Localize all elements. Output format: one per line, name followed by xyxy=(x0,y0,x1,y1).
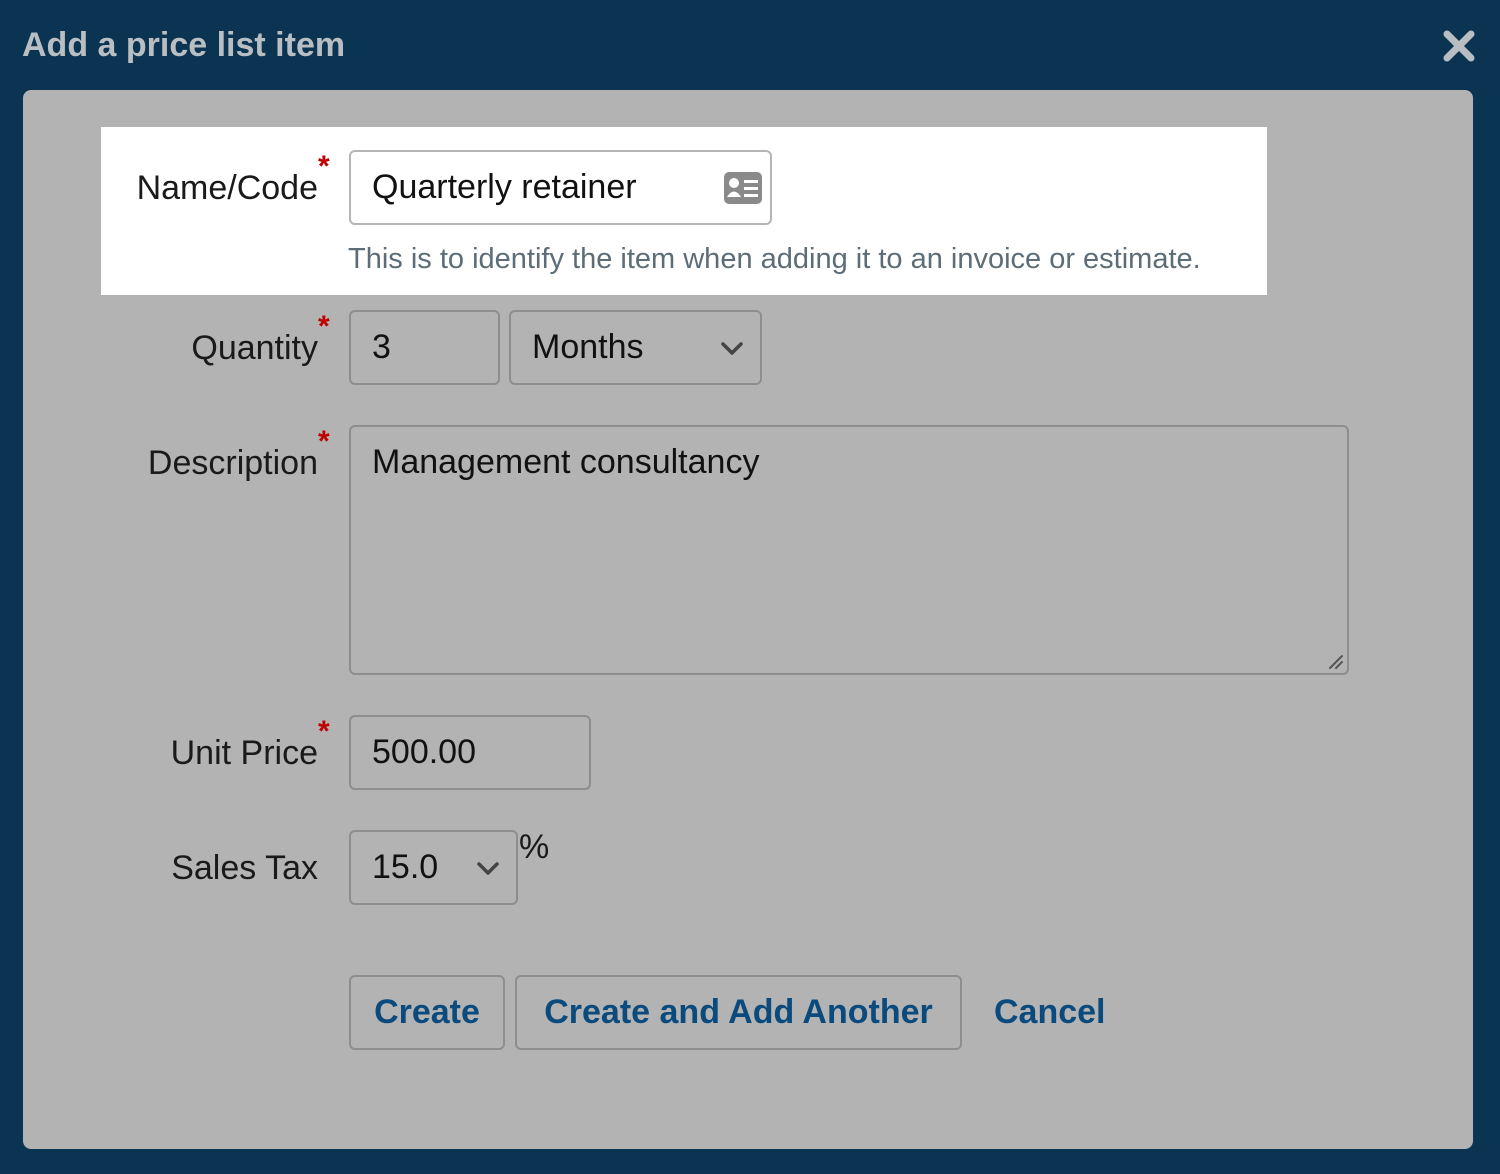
sales-tax-percent: % xyxy=(519,828,550,866)
name-hint: This is to identify the item when adding… xyxy=(348,243,1201,275)
unit-price-value: 500.00 xyxy=(372,733,476,771)
chevron-down-icon xyxy=(477,862,499,875)
contact-card-icon[interactable] xyxy=(723,171,763,205)
resize-grip-icon[interactable] xyxy=(1326,652,1344,670)
quantity-input-value: 3 xyxy=(372,328,391,366)
name-input-value: Quarterly retainer xyxy=(372,168,637,206)
name-input[interactable]: Quarterly retainer xyxy=(349,150,772,225)
sales-tax-label: Sales Tax xyxy=(171,849,318,887)
close-icon xyxy=(1443,30,1475,62)
quantity-input[interactable]: 3 xyxy=(349,310,500,385)
quantity-unit-value: Months xyxy=(532,328,644,366)
create-button[interactable]: Create xyxy=(349,975,505,1050)
cancel-button[interactable]: Cancel xyxy=(994,993,1106,1032)
dialog-title: Add a price list item xyxy=(22,26,346,64)
sales-tax-value: 15.0 xyxy=(372,848,439,886)
name-label: Name/Code xyxy=(136,169,318,207)
unit-price-label: Unit Price xyxy=(170,734,318,772)
required-marker: * xyxy=(318,150,330,183)
required-marker: * xyxy=(318,715,330,748)
quantity-label: Quantity xyxy=(191,329,318,367)
description-value: Management consultancy xyxy=(372,443,760,481)
quantity-unit-select[interactable]: Months xyxy=(509,310,762,385)
close-button[interactable] xyxy=(1440,27,1478,65)
create-and-add-another-button[interactable]: Create and Add Another xyxy=(515,975,962,1050)
unit-price-input[interactable]: 500.00 xyxy=(349,715,591,790)
dialog: Add a price list item Name/Code * Quarte… xyxy=(0,0,1500,1174)
chevron-down-icon xyxy=(721,342,743,355)
description-textarea[interactable]: Management consultancy xyxy=(349,425,1349,675)
required-marker: * xyxy=(318,310,330,343)
sales-tax-select[interactable]: 15.0 xyxy=(349,830,518,905)
description-label: Description xyxy=(147,444,318,482)
required-marker: * xyxy=(318,425,330,458)
